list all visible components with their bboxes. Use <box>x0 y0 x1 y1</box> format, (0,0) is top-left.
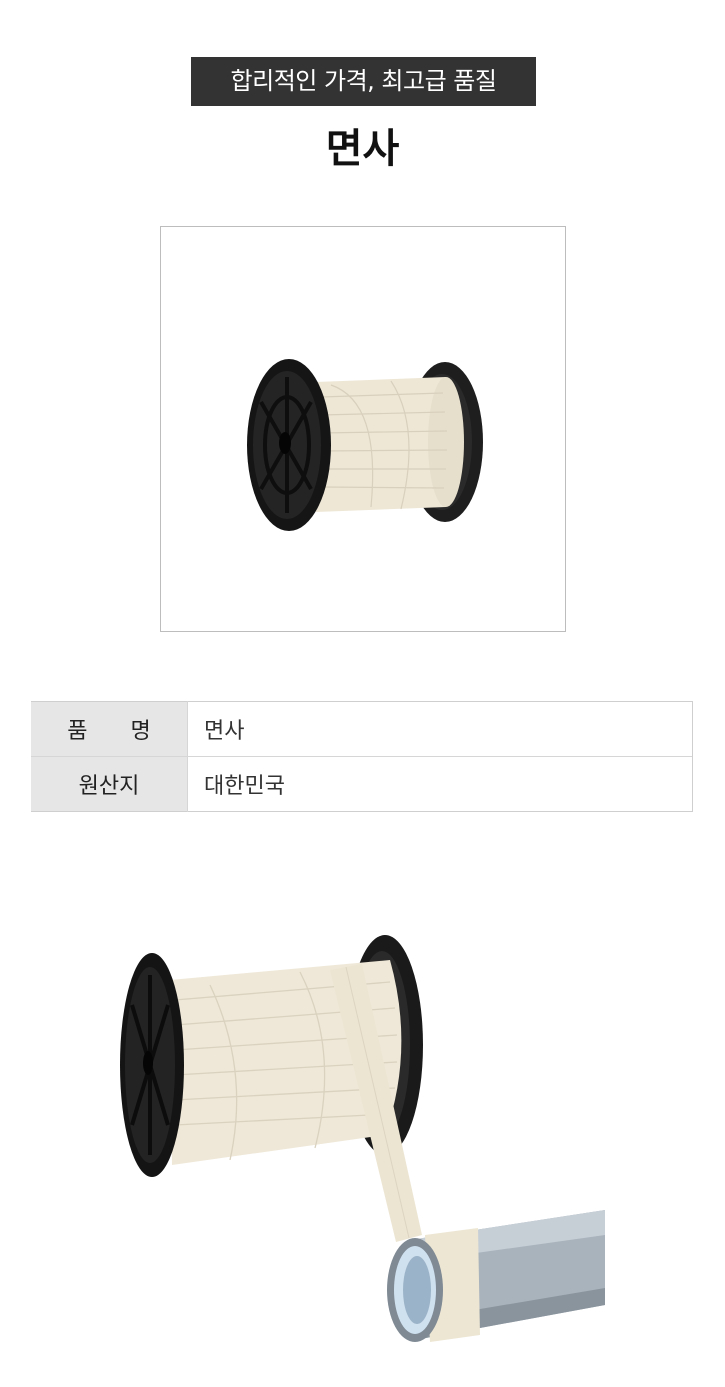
table-row: 품 명 면사 <box>31 701 693 757</box>
tagline-banner: 합리적인 가격, 최고급 품질 <box>191 57 536 106</box>
product-image <box>160 226 566 632</box>
spec-value: 면사 <box>187 701 693 757</box>
spool-illustration <box>247 359 483 531</box>
spec-table: 품 명 면사 원산지 대한민국 <box>31 701 693 812</box>
spec-label: 품 명 <box>31 701 188 757</box>
spec-value: 대한민국 <box>187 756 693 812</box>
product-title: 면사 <box>325 126 400 172</box>
spec-label: 원산지 <box>31 756 188 812</box>
usage-image <box>100 890 620 1360</box>
table-row: 원산지 대한민국 <box>31 756 693 812</box>
spool-with-pipe-illustration <box>120 935 605 1342</box>
